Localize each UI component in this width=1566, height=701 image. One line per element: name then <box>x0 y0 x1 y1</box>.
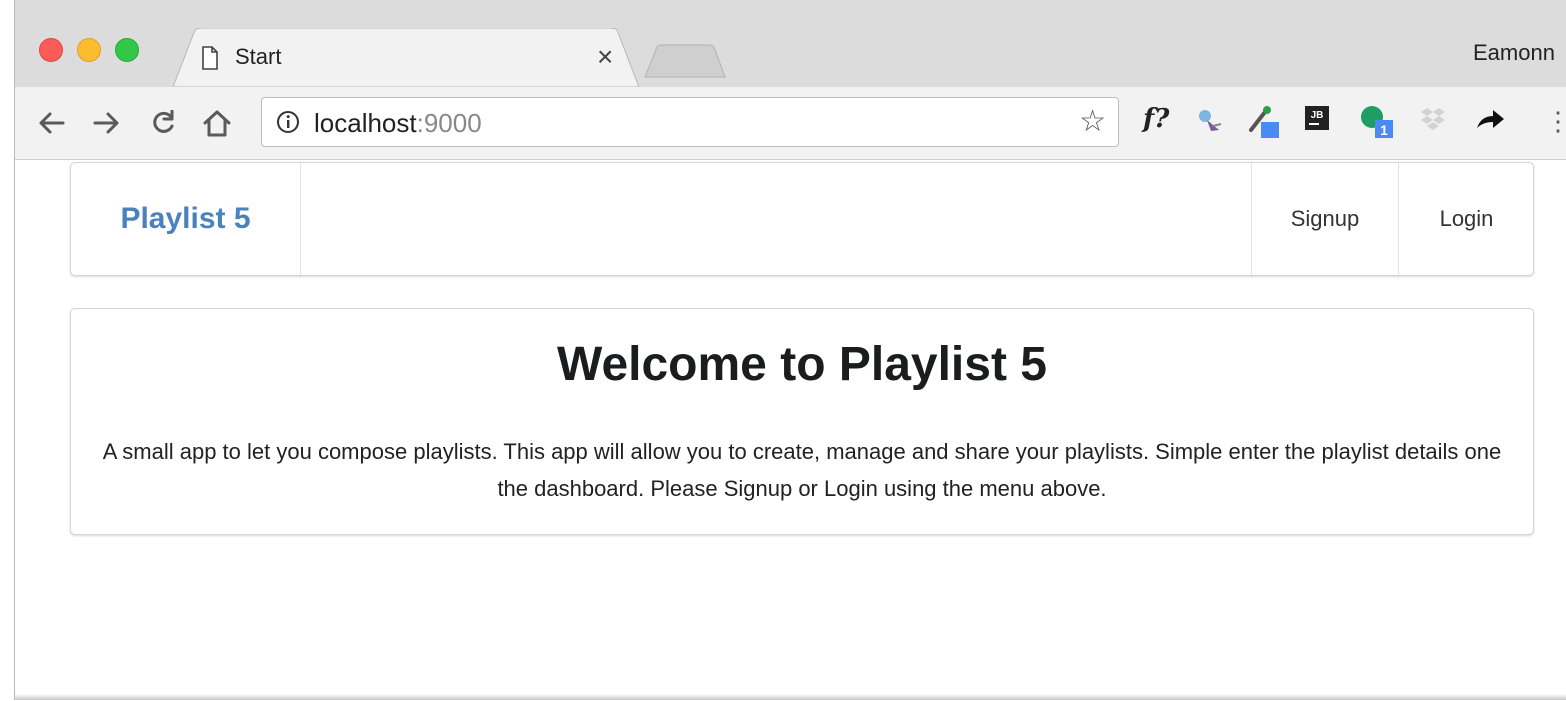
address-bar[interactable]: localhost:9000 ☆ <box>261 97 1119 147</box>
new-tab-button[interactable] <box>643 44 727 78</box>
tab-close-icon[interactable]: × <box>597 42 613 72</box>
page-content: Playlist 5 Signup Login Welcome to Playl… <box>15 160 1566 700</box>
signup-link[interactable]: Signup <box>1251 163 1398 275</box>
close-window-button[interactable] <box>39 38 63 62</box>
tab-title: Start <box>235 44 282 69</box>
home-icon[interactable] <box>199 103 235 143</box>
welcome-card: Welcome to Playlist 5 A small app to let… <box>70 308 1534 535</box>
welcome-heading: Welcome to Playlist 5 <box>557 338 1047 391</box>
tab-strip: Start × Eamonn <box>15 0 1566 87</box>
extension-share-arrow-icon[interactable] <box>1473 104 1507 134</box>
tab-start[interactable]: Start × <box>173 28 639 87</box>
url-port: :9000 <box>416 108 482 138</box>
login-link[interactable]: Login <box>1398 163 1534 275</box>
window-controls <box>39 38 139 62</box>
bookmark-star-icon[interactable]: ☆ <box>1079 106 1106 138</box>
zoom-window-button[interactable] <box>115 38 139 62</box>
url-host: localhost <box>314 108 417 138</box>
extension-badge: 1 <box>1380 122 1388 138</box>
site-navbar: Playlist 5 Signup Login <box>70 162 1534 276</box>
welcome-description: A small app to let you compose playlists… <box>102 439 1502 501</box>
back-icon[interactable] <box>33 103 69 143</box>
minimize-window-button[interactable] <box>77 38 101 62</box>
reload-icon[interactable] <box>145 103 181 143</box>
extension-jetbrains-icon[interactable]: JB <box>1303 104 1333 134</box>
extension-fquery-icon[interactable]: f? <box>1143 104 1169 134</box>
browser-window: Start × Eamonn localhost:9000 ☆ f? JB 1 … <box>14 0 1566 700</box>
page-icon <box>202 46 218 70</box>
forward-icon[interactable] <box>89 103 125 143</box>
browser-menu-icon[interactable]: ⋮ <box>1545 104 1566 138</box>
brand-link[interactable]: Playlist 5 <box>71 163 301 275</box>
browser-toolbar: localhost:9000 ☆ <box>15 87 1566 160</box>
extension-satellite-icon[interactable] <box>1193 104 1225 136</box>
extension-status-icon[interactable]: 1 <box>1359 104 1395 140</box>
jb-label: JB <box>1311 110 1324 121</box>
profile-name[interactable]: Eamonn <box>1473 40 1555 66</box>
info-icon[interactable] <box>276 110 300 134</box>
url-text[interactable]: localhost:9000 <box>314 107 482 139</box>
extension-dropbox-icon[interactable] <box>1419 104 1449 134</box>
extension-eyedropper-icon[interactable] <box>1247 104 1283 140</box>
window-bottom-edge <box>15 694 1566 700</box>
